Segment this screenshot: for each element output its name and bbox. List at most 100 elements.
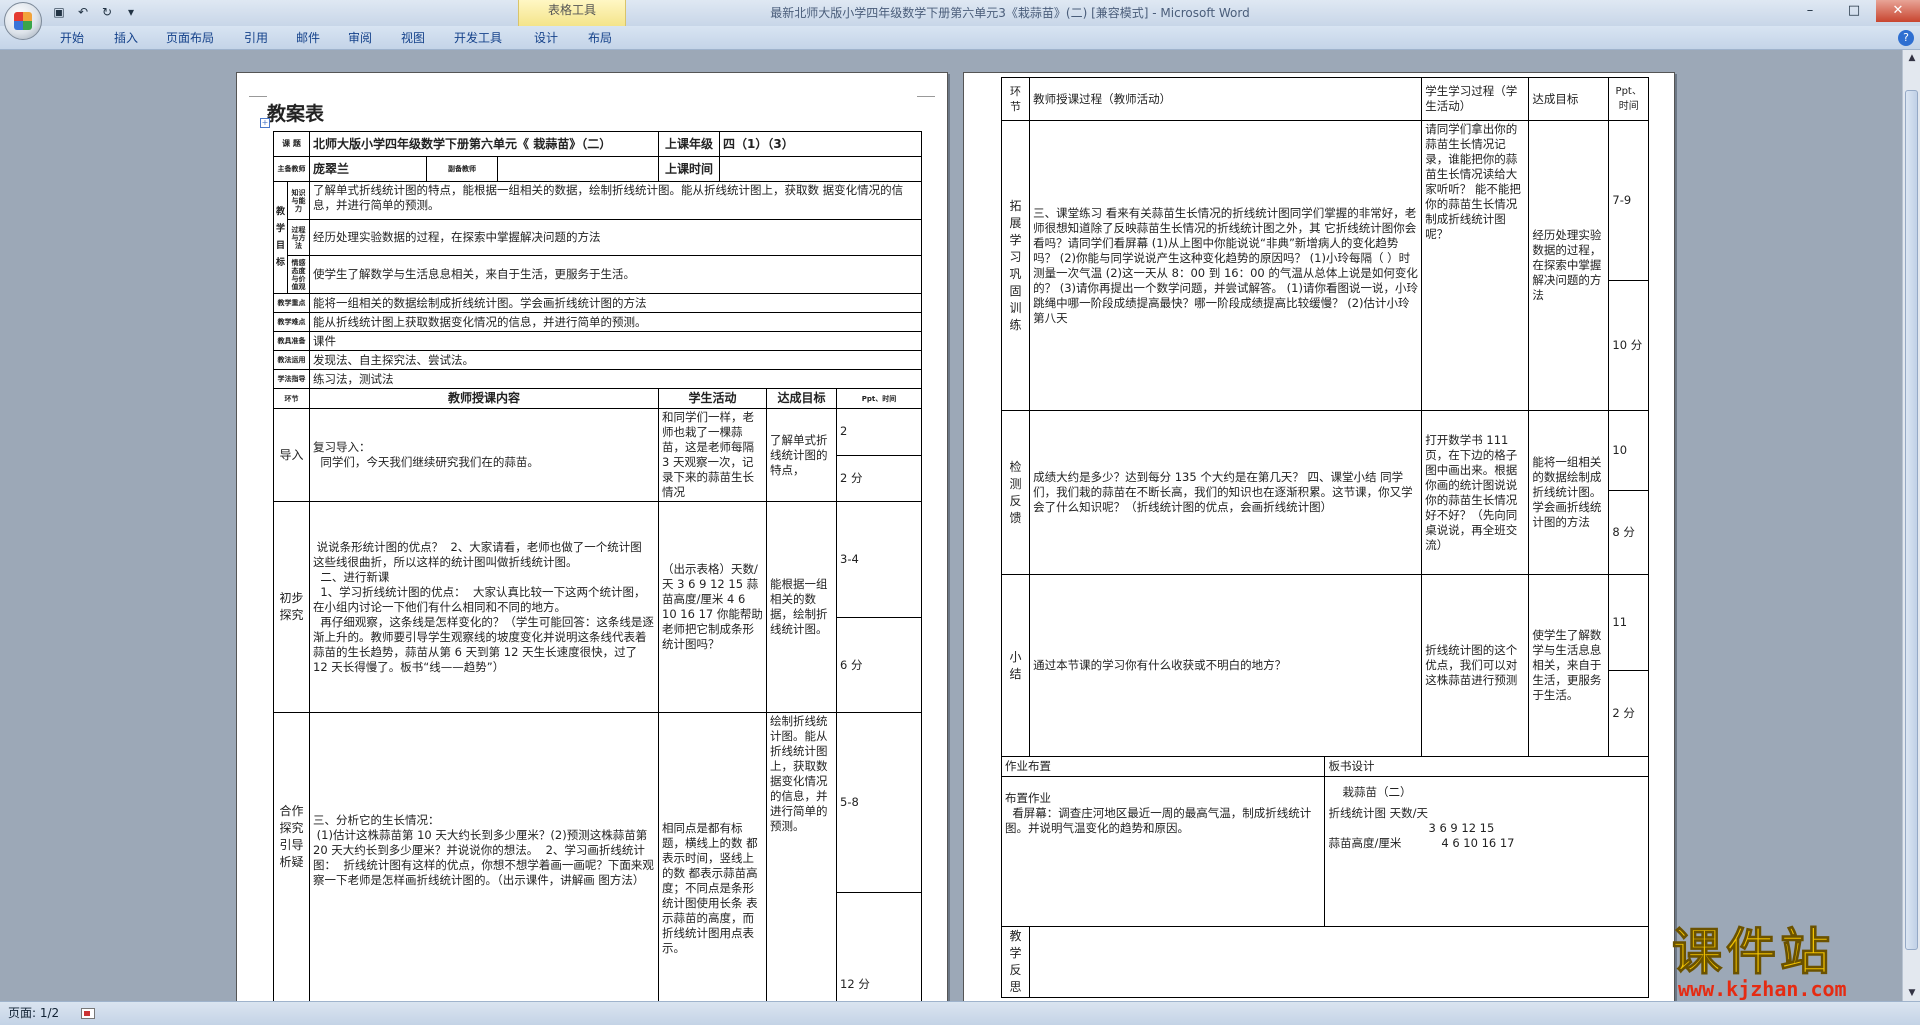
feedback-teacher-content[interactable]: 成绩大约是多少？达到每分 135 个大约是在第几天？ 四、课堂小结 同学们，我们…: [1029, 410, 1423, 575]
feedback-goal[interactable]: 能将一组相关的数据绘制成折线统计图。学会画折线统计图的方法: [1528, 410, 1610, 575]
extend-time[interactable]: 10 分: [1608, 280, 1649, 411]
reflection-content[interactable]: [1029, 926, 1649, 998]
board-title: 栽蒜苗（二）: [1342, 785, 1412, 799]
learning-method-text[interactable]: 练习法，测试法: [309, 369, 923, 389]
extend-student-activity[interactable]: 请同学们拿出你的蒜苗生长情况记录，谁能把你的蒜苗生长情况读给大家听听？ 能不能把…: [1421, 120, 1530, 411]
materials-label: 教具准备: [272, 331, 311, 351]
tab-insert[interactable]: 插入: [106, 29, 146, 47]
difficulty-text[interactable]: 能从折线统计图上获取数据变化情况的信息，并进行简单的预测。: [309, 312, 923, 332]
key-point-text[interactable]: 能将一组相关的数据绘制成折线统计图。学会画折线统计图的方法: [309, 293, 923, 313]
undo-icon[interactable]: ↶: [74, 3, 92, 21]
tab-layout[interactable]: 布局: [580, 29, 620, 47]
scroll-down-icon[interactable]: ▼: [1906, 987, 1918, 999]
close-icon[interactable]: ✕: [1876, 0, 1920, 22]
watermark-text: 课件站: [1672, 922, 1834, 981]
tab-page-layout[interactable]: 页面布局: [158, 29, 222, 47]
tab-mailings[interactable]: 邮件: [288, 29, 328, 47]
customize-toolbar-icon[interactable]: ▾: [122, 3, 140, 21]
summary-time[interactable]: 2 分: [1608, 670, 1649, 757]
scroll-up-icon[interactable]: ▲: [1906, 52, 1918, 64]
step-header: 环节: [272, 388, 311, 409]
board-design-content[interactable]: 栽蒜苗（二） 折线统计图 天数/天 3 6 9 12 15 蒜苗高度/厘米 4 6…: [1324, 776, 1649, 927]
tab-view[interactable]: 视图: [393, 29, 433, 47]
tab-design[interactable]: 设计: [526, 29, 566, 47]
intro-teacher-content[interactable]: 复习导入： 同学们，今天我们继续研究我们在的蒜苗。: [309, 408, 660, 502]
extend-goal[interactable]: 经历处理实验数据的过程，在探索中掌握解决问题的方法: [1528, 120, 1610, 411]
teaching-method-label: 教法运用: [272, 350, 311, 370]
p2-ppt-header: Ppt、时间: [1608, 77, 1649, 121]
p2-student-header: 学生学习过程（学生活动）: [1421, 77, 1530, 121]
window-controls: – □ ✕: [1788, 0, 1920, 22]
step-cooperate: 合作探究引导析疑: [272, 712, 311, 1013]
ppt-time-header: Ppt、时间: [836, 388, 923, 409]
goal-process-text[interactable]: 经历处理实验数据的过程，在探索中掌握解决问题的方法: [309, 219, 923, 256]
tab-references[interactable]: 引用: [236, 29, 276, 47]
teaching-method-text[interactable]: 发现法、自主探究法、尝试法。: [309, 350, 923, 370]
table-move-handle-icon[interactable]: +: [260, 118, 270, 128]
page-indicator[interactable]: 页面: 1/2: [8, 1006, 59, 1020]
table-tools-tab-group: 表格工具: [518, 0, 626, 26]
goal-attitude-text[interactable]: 使学生了解数学与生活息息相关，来自于生活，更服务于生活。: [309, 255, 923, 294]
cooperate-ppt[interactable]: 5-8: [836, 712, 923, 893]
goal-process-label: 过程与方法: [286, 219, 311, 256]
intro-ppt[interactable]: 2: [836, 408, 923, 456]
goals-group-label: 教学目标: [273, 181, 288, 294]
goal-knowledge-text[interactable]: 了解单式折线统计图的特点，能根据一组相关的数据，绘制折线统计图。能从折线统计图上…: [309, 181, 923, 220]
save-icon[interactable]: ▣: [50, 3, 68, 21]
explore-time[interactable]: 6 分: [836, 617, 923, 713]
step-extend: 拓展学习巩固训练: [1000, 120, 1031, 411]
grade-label: 上课年级: [658, 131, 721, 157]
feedback-student-activity[interactable]: 打开数学书 111 页，在下边的格子图中画出来。根据你画的统计图说说你的蒜苗生长…: [1421, 410, 1530, 575]
page-heading: 教案表: [267, 103, 325, 125]
explore-teacher-content[interactable]: 说说条形统计图的优点？ 2、大家请看，老师也做了一个统计图 这些线很曲折，所以这…: [309, 501, 660, 713]
tab-home[interactable]: 开始: [52, 29, 92, 47]
grade-value[interactable]: 四（1）（3）: [719, 131, 923, 157]
quick-access-toolbar: ▣ ↶ ↻ ▾: [50, 3, 140, 21]
board-days-values: 3 6 9 12 15: [1428, 821, 1495, 835]
explore-ppt[interactable]: 3-4: [836, 501, 923, 618]
extend-ppt[interactable]: 7-9: [1608, 120, 1649, 281]
office-logo-icon: [14, 12, 32, 30]
scrollbar-thumb[interactable]: [1905, 90, 1918, 950]
summary-goal[interactable]: 使学生了解数学与生活息息相关，来自于生活，更服务于生活。: [1528, 574, 1610, 757]
document-page-1: 教案表 + 课 题 北师大版小学四年级数学下册第六单元《 栽蒜苗》（二） 上课年…: [236, 72, 948, 1013]
feedback-ppt[interactable]: 10: [1608, 410, 1649, 491]
step-feedback: 检测反馈: [1000, 410, 1031, 575]
learning-method-label: 学法指导: [272, 369, 311, 389]
summary-ppt[interactable]: 11: [1608, 574, 1649, 671]
class-time-value[interactable]: [719, 156, 923, 182]
explore-goal[interactable]: 能根据一组相关的数据，绘制折线统计图。: [766, 501, 838, 713]
homework-text[interactable]: 布置作业 看屏幕：调查庄河地区最近一周的最高气温，制成折线统计图。并说明气温变化…: [1000, 776, 1326, 927]
intro-goal[interactable]: 了解单式折线统计图的特点，: [766, 408, 838, 502]
minimize-icon[interactable]: –: [1788, 0, 1832, 22]
board-line-height-label: 蒜苗高度/厘米: [1328, 836, 1402, 850]
assistant-teacher-value[interactable]: [497, 156, 660, 182]
tab-review[interactable]: 审阅: [340, 29, 380, 47]
lesson-info-table: 课 题 北师大版小学四年级数学下册第六单元《 栽蒜苗》（二） 上课年级 四（1）…: [272, 131, 923, 1013]
office-button[interactable]: [4, 2, 42, 40]
cooperate-time[interactable]: 12 分: [836, 892, 923, 1013]
maximize-icon[interactable]: □: [1832, 0, 1876, 22]
goal-header: 达成目标: [766, 388, 838, 409]
step-explore: 初步探究: [272, 501, 311, 713]
vertical-scrollbar[interactable]: ▲ ▼: [1902, 50, 1920, 1001]
cooperate-teacher-content[interactable]: 三、分析它的生长情况： (1)估计这株蒜苗第 10 天大约长到多少厘米？(2)预…: [309, 712, 660, 1013]
materials-text[interactable]: 课件: [309, 331, 923, 351]
help-icon[interactable]: ?: [1898, 30, 1914, 46]
summary-student-activity[interactable]: 折线统计图的这个优点，我们可以对这株蒜苗进行预测: [1421, 574, 1530, 757]
p2-goal-header: 达成目标: [1528, 77, 1610, 121]
subject-label: 课 题: [272, 131, 311, 157]
intro-student-activity[interactable]: 和同学们一样，老师也栽了一棵蒜苗，这是老师每隔 3 天观察一次，记录下来的蒜苗生…: [658, 408, 768, 502]
intro-time[interactable]: 2 分: [836, 454, 923, 502]
proofing-status-icon[interactable]: [81, 1008, 95, 1019]
summary-teacher-content[interactable]: 通过本节课的学习你有什么收获或不明白的地方？: [1029, 574, 1423, 757]
explore-student-activity[interactable]: （出示表格）天数/天 3 6 9 12 15 蒜苗高度/厘米 4 6 10 16…: [658, 501, 768, 713]
feedback-time[interactable]: 8 分: [1608, 490, 1649, 575]
extend-teacher-content[interactable]: 三、课堂练习 看来有关蒜苗生长情况的折线统计图同学们掌握的非常好，老师很想知道除…: [1029, 120, 1423, 411]
tab-developer[interactable]: 开发工具: [446, 29, 510, 47]
redo-icon[interactable]: ↻: [98, 3, 116, 21]
subject-value[interactable]: 北师大版小学四年级数学下册第六单元《 栽蒜苗》（二）: [309, 131, 660, 157]
cooperate-student-activity[interactable]: 相同点是都有标题，横线上的数 都表示时间，竖线上的数 都表示蒜苗高度；不同点是条…: [658, 712, 768, 1013]
cooperate-goal[interactable]: 绘制折线统计图。能从折线统计图上，获取数据变化情况的信息，并进行简单的预测。: [766, 712, 838, 1013]
teacher-value[interactable]: 庞翠兰: [309, 156, 428, 182]
